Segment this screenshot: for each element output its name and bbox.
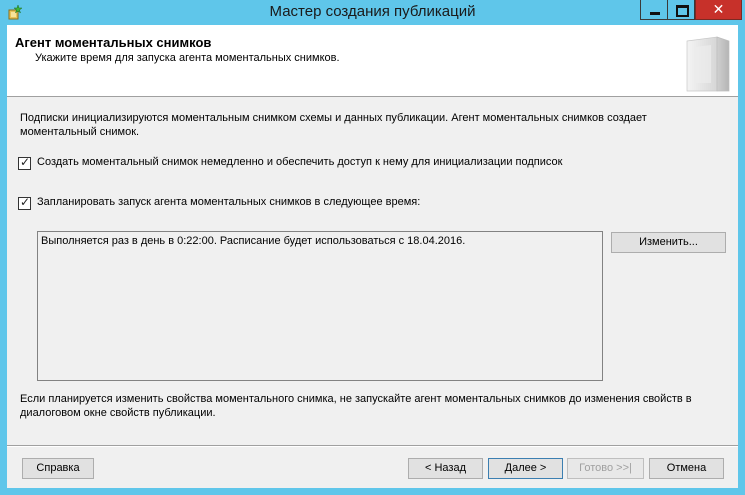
create-snapshot-now-label[interactable]: Создать моментальный снимок немедленно и…	[37, 156, 562, 168]
help-button[interactable]: Справка	[22, 458, 94, 479]
minimize-button[interactable]	[640, 0, 668, 20]
finish-button[interactable]: Готово >>|	[567, 458, 644, 479]
create-snapshot-now-checkbox[interactable]: ✓	[18, 155, 31, 170]
schedule-snapshot-checkbox[interactable]: ✓	[18, 195, 31, 210]
wizard-window: Мастер создания публикаций ✕ Агент момен…	[0, 0, 745, 495]
schedule-description-box[interactable]: Выполняется раз в день в 0:22:00. Распис…	[37, 231, 603, 381]
create-snapshot-now-option[interactable]: ✓ Создать моментальный снимок немедленно…	[18, 155, 718, 172]
page-title: Агент моментальных снимков	[15, 35, 212, 50]
cancel-button[interactable]: Отмена	[649, 458, 724, 479]
maximize-button[interactable]	[667, 0, 695, 20]
close-button[interactable]: ✕	[695, 0, 742, 20]
schedule-description: Выполняется раз в день в 0:22:00. Распис…	[41, 235, 466, 247]
footer-separator	[7, 445, 738, 447]
checkmark-icon: ✓	[20, 195, 31, 209]
checkmark-icon: ✓	[20, 155, 31, 169]
change-schedule-button[interactable]: Изменить...	[611, 232, 726, 253]
note-text: Если планируется изменить свойства момен…	[20, 393, 692, 419]
wizard-header: Агент моментальных снимков Укажите время…	[7, 25, 738, 97]
next-button[interactable]: Далее >	[488, 458, 563, 479]
schedule-snapshot-label[interactable]: Запланировать запуск агента моментальных…	[37, 196, 420, 208]
title-bar[interactable]: Мастер создания публикаций ✕	[0, 0, 745, 25]
wizard-header-icon	[686, 36, 730, 92]
intro-text: Подписки инициализируются моментальным с…	[20, 112, 647, 138]
page-subtitle: Укажите время для запуска агента момента…	[35, 52, 340, 64]
minimize-icon	[650, 12, 660, 15]
maximize-icon	[676, 5, 689, 17]
schedule-snapshot-option[interactable]: ✓ Запланировать запуск агента моментальн…	[18, 195, 718, 212]
back-button[interactable]: < Назад	[408, 458, 483, 479]
window-title: Мастер создания публикаций	[269, 3, 476, 20]
close-icon: ✕	[712, 1, 725, 17]
dialog-body: Агент моментальных снимков Укажите время…	[7, 25, 738, 488]
